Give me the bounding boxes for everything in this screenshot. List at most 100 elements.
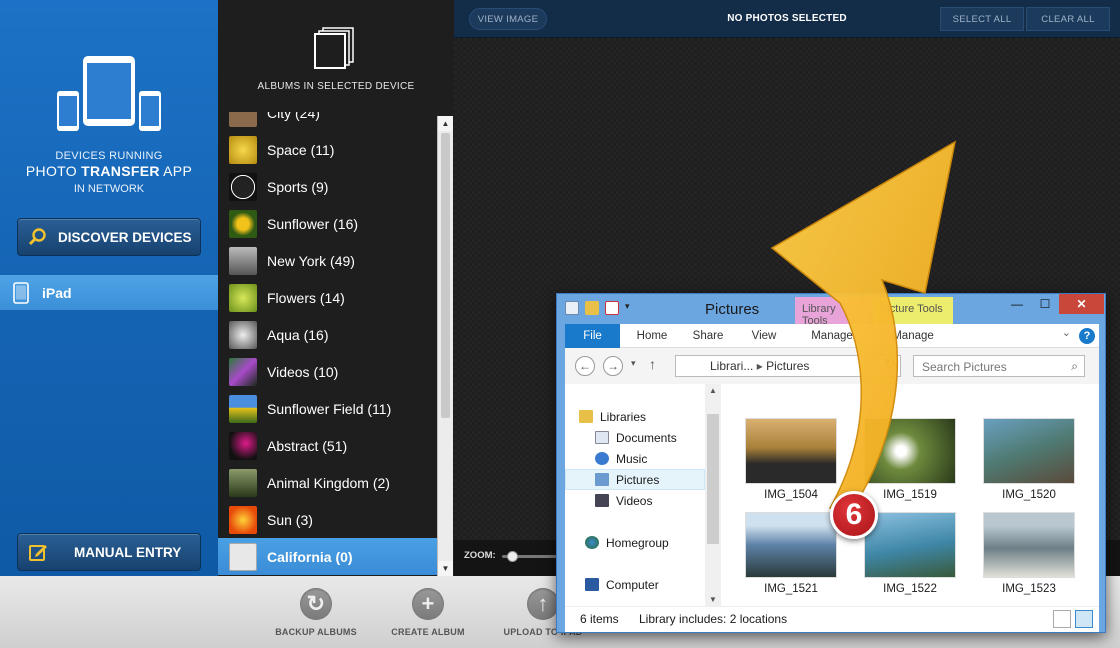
back-icon[interactable]: ← [575, 356, 595, 376]
view-image-button[interactable]: VIEW IMAGE [469, 8, 547, 30]
album-item[interactable]: Animal Kingdom (2) [218, 464, 438, 501]
device-item-ipad[interactable]: iPad [0, 275, 218, 310]
file-item[interactable]: IMG_1504 [743, 418, 839, 501]
scroll-down-icon[interactable]: ▼ [709, 595, 717, 604]
album-label: New York (49) [267, 252, 355, 269]
item-count: 6 items [580, 612, 619, 626]
file-item[interactable]: IMG_1521 [743, 512, 839, 595]
album-label: Sunflower Field (11) [267, 400, 392, 417]
explorer-body: Libraries Documents Music Pictures Video… [565, 384, 1099, 606]
album-item[interactable]: New York (49) [218, 242, 438, 279]
album-thumbnail [229, 357, 257, 386]
tab-file[interactable]: File [565, 324, 620, 348]
album-thumbnail [229, 394, 257, 423]
file-name: IMG_1523 [1002, 583, 1056, 595]
backup-albums-button[interactable]: ↻ BACKUP ALBUMS [261, 588, 371, 637]
nav-item-computer[interactable]: Computer [585, 574, 659, 595]
details-view-icon[interactable] [1053, 610, 1071, 628]
search-field[interactable]: Search Pictures ⌕ [913, 355, 1085, 377]
status-bar: 6 items Library includes: 2 locations [565, 606, 1099, 632]
album-thumbnail [229, 246, 257, 275]
file-item[interactable]: IMG_1520 [981, 418, 1077, 501]
scroll-up-icon[interactable]: ▲ [438, 116, 453, 131]
file-item[interactable]: IMG_1523 [981, 512, 1077, 595]
sidebar-caption-1: DEVICES RUNNING [55, 150, 163, 162]
album-item[interactable]: Videos (10) [218, 353, 438, 390]
album-item[interactable]: City (24) [218, 112, 438, 131]
album-item[interactable]: Sunflower Field (11) [218, 390, 438, 427]
album-thumbnail [229, 542, 257, 571]
tab-home[interactable]: Home [627, 324, 677, 348]
nav-item-music[interactable]: Music [595, 448, 647, 469]
file-name: IMG_1504 [764, 489, 818, 501]
nav-item-homegroup[interactable]: Homegroup [585, 532, 669, 553]
maximize-button[interactable]: ☐ [1031, 294, 1059, 314]
album-item[interactable]: Sunflower (16) [218, 205, 438, 242]
search-icon: ⌕ [1071, 359, 1078, 373]
album-item[interactable]: Abstract (51) [218, 427, 438, 464]
album-scrollbar[interactable]: ▲ ▼ [437, 116, 453, 576]
album-thumbnail [229, 320, 257, 349]
tab-manage-library[interactable]: Manage [797, 324, 867, 348]
album-item[interactable]: Space (11) [218, 131, 438, 168]
album-thumbnail [229, 431, 257, 460]
discover-devices-button[interactable]: DISCOVER DEVICES [17, 218, 201, 256]
folder-icon[interactable] [585, 301, 599, 315]
devices-sidebar: DEVICES RUNNING PHOTO TRANSFER APP IN NE… [0, 0, 218, 576]
create-album-button[interactable]: + CREATE ALBUM [373, 588, 483, 637]
albums-header-label: ALBUMS IN SELECTED DEVICE [257, 81, 415, 92]
tab-manage-picture[interactable]: Manage [875, 324, 951, 348]
recent-locations-icon[interactable]: ▾ [631, 358, 636, 369]
nav-item-pictures[interactable]: Pictures [565, 469, 705, 490]
scroll-up-icon[interactable]: ▲ [709, 386, 717, 395]
tab-share[interactable]: Share [683, 324, 733, 348]
file-thumbnail [745, 418, 837, 484]
discover-devices-label: DISCOVER DEVICES [58, 229, 192, 245]
upload-icon: ↑ [527, 588, 559, 620]
album-label: Sports (9) [267, 178, 329, 195]
nav-item-videos[interactable]: Videos [595, 490, 652, 511]
scroll-thumb[interactable] [707, 414, 719, 544]
zoom-label: ZOOM: [464, 550, 496, 561]
up-icon[interactable]: ↑ [649, 356, 656, 372]
chevron-right-icon: ▸ [756, 359, 767, 373]
album-item-selected[interactable]: California (0) [218, 538, 438, 575]
close-button[interactable]: ✕ [1059, 294, 1104, 314]
path-segment-pictures[interactable]: Pictures [766, 359, 809, 373]
properties-icon[interactable] [605, 301, 619, 315]
create-album-label: CREATE ALBUM [391, 627, 465, 637]
explorer-titlebar[interactable]: ▾ Pictures Library Tools Picture Tools —… [557, 294, 1105, 327]
navigation-pane: Libraries Documents Music Pictures Video… [565, 384, 705, 606]
album-item[interactable]: Sports (9) [218, 168, 438, 205]
backup-icon: ↻ [300, 588, 332, 620]
file-item[interactable]: IMG_1522 [862, 512, 958, 595]
album-item[interactable]: Aqua (16) [218, 316, 438, 353]
scroll-thumb[interactable] [441, 133, 450, 418]
path-segment-libraries[interactable]: Librari... [710, 359, 753, 373]
scroll-down-icon[interactable]: ▼ [438, 561, 453, 576]
file-item[interactable]: IMG_1519 [862, 418, 958, 501]
manual-entry-button[interactable]: MANUAL ENTRY [17, 533, 201, 571]
nav-item-libraries[interactable]: Libraries [579, 406, 646, 427]
nav-item-documents[interactable]: Documents [595, 427, 677, 448]
chevron-down-icon[interactable]: ▾ [625, 301, 633, 315]
music-icon [595, 452, 609, 465]
nav-scrollbar[interactable]: ▲ ▼ [705, 384, 721, 606]
library-tools-tab[interactable]: Library Tools [795, 297, 871, 327]
search-placeholder: Search Pictures [922, 360, 1007, 374]
forward-icon[interactable]: → [603, 356, 623, 376]
picture-tools-tab[interactable]: Picture Tools [873, 297, 953, 324]
path-field[interactable]: Librari... ▸ Pictures [675, 355, 901, 377]
album-item[interactable]: Flowers (14) [218, 279, 438, 316]
thumbnails-view-icon[interactable] [1075, 610, 1093, 628]
album-item[interactable]: Sun (3) [218, 501, 438, 538]
explorer-window[interactable]: ▾ Pictures Library Tools Picture Tools —… [556, 293, 1106, 633]
tab-view[interactable]: View [739, 324, 789, 348]
help-icon[interactable]: ? [1079, 328, 1095, 344]
minimize-button[interactable]: — [1003, 294, 1031, 314]
refresh-icon[interactable]: ↻ [877, 356, 901, 376]
select-all-button[interactable]: SELECT ALL [940, 7, 1024, 31]
clear-all-button[interactable]: CLEAR ALL [1026, 7, 1110, 31]
expand-ribbon-icon[interactable]: ⌄ [1062, 326, 1071, 339]
zoom-slider-handle[interactable] [507, 551, 519, 562]
